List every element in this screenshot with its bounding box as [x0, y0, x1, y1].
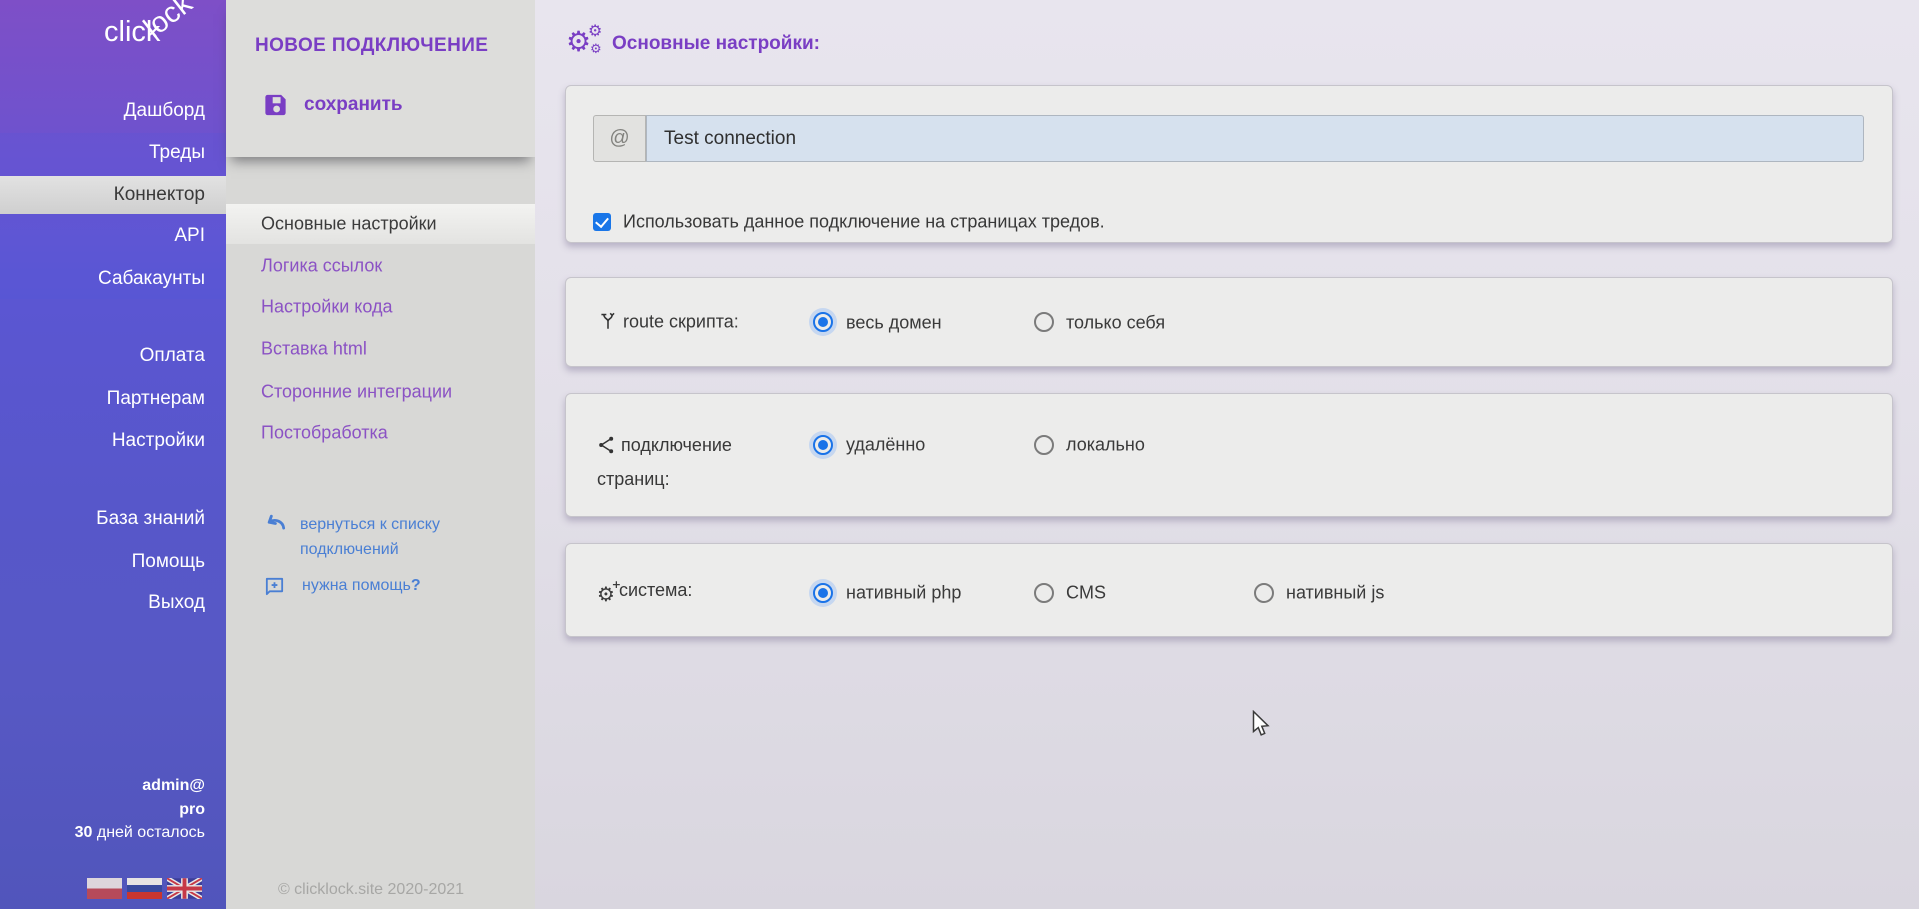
save-button-label: сохранить — [304, 94, 403, 116]
sidebar-item-threads[interactable]: Треды — [149, 142, 205, 164]
input-prefix-at: @ — [593, 115, 646, 162]
radio-cms[interactable] — [1034, 583, 1054, 603]
submenu-item-html-insert[interactable]: Вставка html — [261, 339, 367, 360]
sidebar-item-dashboard[interactable]: Дашборд — [124, 100, 205, 122]
account-email: admin@ — [142, 777, 205, 795]
account-days-text: дней осталось — [92, 824, 205, 841]
main-content: ⚙ ⚙ ⚙ Основные настройки: @ Использовать… — [535, 0, 1919, 909]
settings-gears-icon: ⚙ ⚙ ⚙ — [566, 26, 606, 60]
back-link-line1: вернуться к списку — [300, 516, 440, 533]
gear-plus-icon: ⚙+ — [597, 582, 615, 606]
radio-remote[interactable] — [813, 435, 833, 455]
radio-cms-label[interactable]: CMS — [1066, 583, 1106, 604]
route-script-label-block: route скрипта: — [597, 309, 817, 338]
radio-native-php-label[interactable]: нативный php — [846, 583, 961, 604]
copyright-footer: © clicklock.site 2020-2021 — [226, 881, 516, 899]
submenu-item-code-settings[interactable]: Настройки кода — [261, 297, 392, 318]
system-label-block: ⚙+система: — [597, 580, 817, 606]
brand-logo[interactable]: clicklock — [104, 16, 212, 49]
app-window: clicklock Дашборд Треды Коннектор API Са… — [0, 0, 1919, 909]
save-button[interactable]: сохранить — [262, 90, 502, 120]
submenu-item-postprocessing[interactable]: Постобработка — [261, 423, 388, 444]
pages-connection-panel: подключение страниц: удалённо локально — [565, 393, 1893, 517]
radio-local-label[interactable]: локально — [1066, 435, 1145, 456]
sidebar-item-logout[interactable]: Выход — [148, 592, 205, 614]
account-plan: pro — [179, 801, 205, 819]
connection-header-block — [226, 0, 535, 157]
radio-only-self-label[interactable]: только себя — [1066, 313, 1165, 334]
use-on-threads-checkbox[interactable] — [593, 213, 611, 231]
primary-sidebar: clicklock Дашборд Треды Коннектор API Са… — [0, 0, 226, 909]
help-comment-icon — [263, 575, 286, 598]
page-title: НОВОЕ ПОДКЛЮЧЕНИЕ — [255, 35, 488, 57]
sidebar-item-settings[interactable]: Настройки — [112, 430, 205, 452]
connection-name-panel: @ Использовать данное подключение на стр… — [565, 85, 1893, 243]
help-link-question-mark: ? — [411, 577, 421, 594]
system-panel: ⚙+система: нативный php CMS нативный js — [565, 543, 1893, 637]
account-days-left: 30 дней осталось — [75, 824, 205, 842]
pages-connection-label-block: подключение страниц: — [597, 431, 757, 494]
radio-whole-domain[interactable] — [813, 312, 833, 332]
radio-local[interactable] — [1034, 435, 1054, 455]
save-icon — [262, 91, 289, 119]
route-script-label: route скрипта: — [623, 312, 739, 332]
poland-flag[interactable] — [87, 878, 122, 899]
radio-whole-domain-label[interactable]: весь домен — [846, 313, 942, 334]
system-label: система: — [619, 580, 693, 600]
sidebar-item-connector[interactable]: Коннектор — [114, 184, 205, 206]
uk-flag[interactable] — [167, 878, 202, 899]
account-days-number: 30 — [75, 824, 93, 841]
back-link-line2: подключений — [300, 541, 399, 558]
pages-connection-label: подключение страниц: — [597, 435, 732, 489]
route-fork-icon — [597, 309, 619, 338]
section-title: Основные настройки: — [612, 33, 820, 55]
share-icon — [597, 434, 617, 465]
radio-only-self[interactable] — [1034, 312, 1054, 332]
connection-name-input[interactable] — [646, 115, 1864, 162]
sidebar-item-api[interactable]: API — [174, 225, 205, 247]
radio-native-js-label[interactable]: нативный js — [1286, 583, 1384, 604]
sidebar-item-knowledge-base[interactable]: База знаний — [96, 508, 205, 530]
submenu-item-general-settings[interactable]: Основные настройки — [261, 214, 437, 235]
use-on-threads-label[interactable]: Использовать данное подключение на стран… — [623, 212, 1105, 233]
radio-remote-label[interactable]: удалённо — [846, 435, 925, 456]
help-link-text: нужна помощь — [302, 577, 411, 594]
submenu-item-integrations[interactable]: Сторонние интеграции — [261, 382, 452, 403]
undo-arrow-icon — [262, 510, 288, 532]
russia-flag[interactable] — [127, 878, 162, 899]
submenu-item-link-logic[interactable]: Логика ссылок — [261, 256, 382, 277]
sidebar-item-subaccounts[interactable]: Сабакаунты — [98, 268, 205, 290]
at-sign: @ — [609, 127, 629, 150]
radio-native-php[interactable] — [813, 583, 833, 603]
route-script-panel: route скрипта: весь домен только себя — [565, 277, 1893, 367]
sidebar-item-help[interactable]: Помощь — [132, 551, 205, 573]
secondary-sidebar: НОВОЕ ПОДКЛЮЧЕНИЕ сохранить Основные нас… — [226, 0, 535, 909]
sidebar-item-partners[interactable]: Партнерам — [107, 388, 205, 410]
radio-native-js[interactable] — [1254, 583, 1274, 603]
sidebar-item-payment[interactable]: Оплата — [140, 345, 205, 367]
